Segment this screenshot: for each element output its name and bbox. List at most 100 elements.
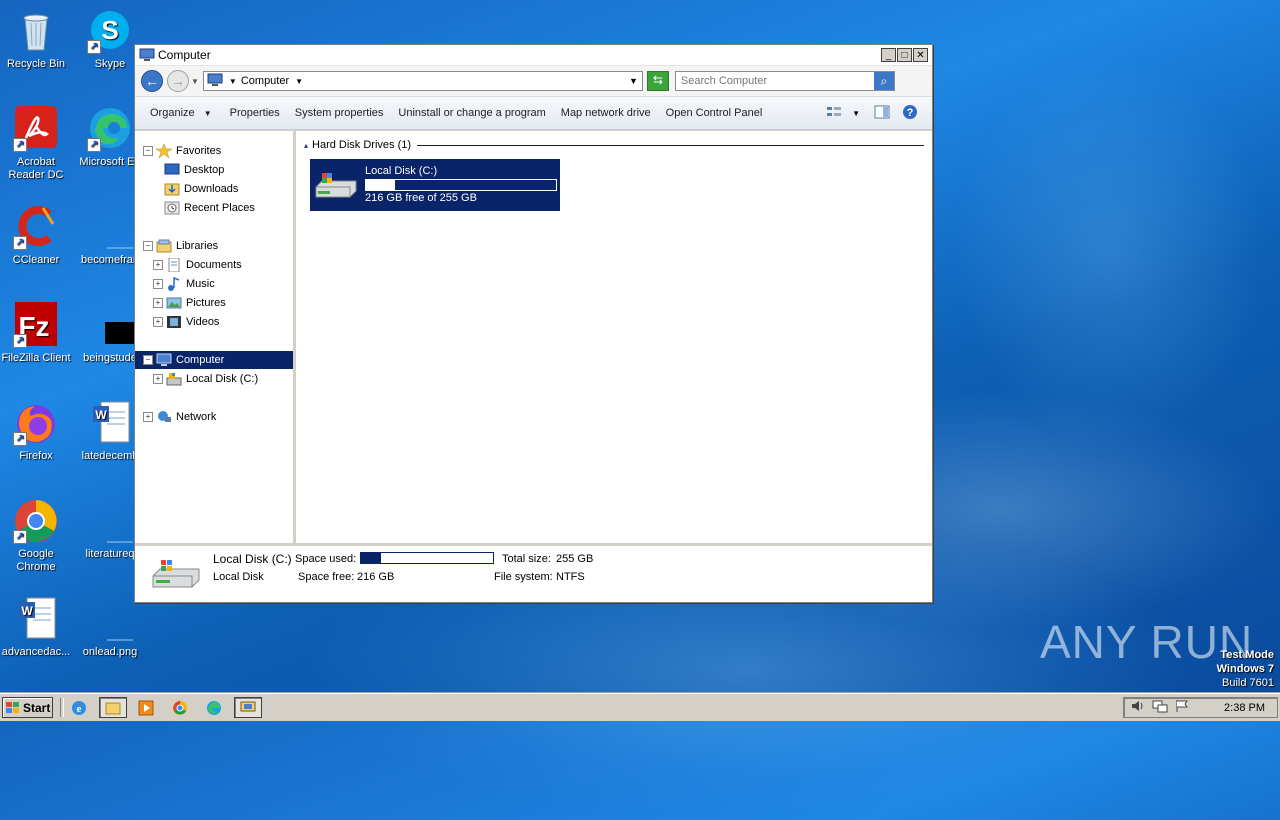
nav-item-favorites[interactable]: − Favorites	[135, 142, 293, 160]
address-toolbar: ← → ▼ ▼ Computer ▼ ▼ ⇆ ⌕	[135, 66, 932, 97]
downloads-folder-icon	[164, 182, 180, 196]
nav-item-documents[interactable]: + Documents	[135, 256, 293, 274]
shortcut-arrow-icon: ↗	[13, 432, 27, 446]
title-bar[interactable]: Computer _ □ ✕	[135, 45, 932, 66]
word-document-icon: W	[13, 596, 59, 642]
network-tray-icon[interactable]	[1152, 699, 1168, 716]
details-pane: Local Disk (C:) Local Disk Space used: S…	[135, 543, 932, 602]
acrobat-icon: ↗	[13, 106, 59, 152]
svg-text:e: e	[77, 703, 82, 715]
space-used-label: Space used:	[295, 553, 357, 565]
change-view-icon[interactable]	[826, 105, 842, 122]
taskbar-media-player-icon[interactable]	[135, 697, 157, 718]
recycle-bin-icon	[13, 8, 59, 54]
nav-item-libraries[interactable]: − Libraries	[135, 237, 293, 255]
action-center-flag-icon[interactable]	[1174, 699, 1190, 716]
uninstall-program-button[interactable]: Uninstall or change a program	[398, 107, 545, 119]
drive-usage-fill	[366, 180, 396, 190]
desktop-icon	[164, 163, 180, 177]
test-mode-line: Test Mode	[1220, 649, 1274, 661]
taskbar-computer-window-icon[interactable]	[234, 697, 262, 718]
search-box[interactable]: ⌕	[674, 71, 895, 91]
search-input[interactable]	[675, 74, 874, 88]
group-header-hard-disk-drives[interactable]: ▴ Hard Disk Drives (1)	[304, 139, 924, 151]
shortcut-arrow-icon: ↗	[87, 138, 101, 152]
word-document-icon: W	[87, 400, 133, 446]
svg-text:W: W	[21, 604, 33, 618]
address-bar[interactable]: ▼ Computer ▼ ▼	[202, 71, 643, 91]
system-properties-button[interactable]: System properties	[295, 107, 384, 119]
svg-text:S: S	[101, 15, 118, 45]
nav-item-network[interactable]: + Network	[135, 408, 293, 426]
taskbar-chrome-icon[interactable]	[169, 697, 191, 718]
forward-button[interactable]: →	[167, 70, 189, 92]
nav-item-computer[interactable]: − Computer	[135, 351, 293, 369]
nav-item-videos[interactable]: + Videos	[135, 313, 293, 331]
chrome-icon: ↗	[13, 498, 59, 544]
address-dropdown-icon[interactable]: ▼	[629, 76, 638, 86]
test-mode-line: Build 7601	[1222, 677, 1274, 689]
taskbar-explorer-icon[interactable]	[99, 697, 127, 718]
nav-item-local-disk[interactable]: + Local Disk (C:)	[135, 370, 293, 388]
notification-area: 2:38 PM	[1123, 697, 1278, 718]
properties-button[interactable]: Properties	[230, 107, 280, 119]
organize-button[interactable]: Organize ▼	[150, 107, 212, 119]
refresh-button[interactable]: ⇆	[646, 71, 669, 91]
maximize-button[interactable]: □	[897, 48, 912, 62]
history-dropdown-icon[interactable]: ▼	[191, 77, 199, 86]
filezilla-icon: Fz ↗	[13, 302, 59, 348]
taskbar-ie-icon[interactable]: e	[68, 697, 90, 718]
desktop-icon-label: Acrobat Reader DC	[8, 156, 64, 181]
desktop-icon-word-doc[interactable]: W advancedac...	[0, 596, 76, 659]
view-options-dropdown-icon[interactable]: ▼	[852, 109, 860, 118]
nav-item-downloads[interactable]: Downloads	[135, 180, 293, 198]
desktop-icon-firefox[interactable]: ↗ Firefox	[0, 400, 76, 463]
libraries-icon	[156, 239, 172, 253]
nav-item-desktop[interactable]: Desktop	[135, 161, 293, 179]
shortcut-arrow-icon: ↗	[13, 236, 27, 250]
space-free-label: Space free:	[298, 571, 355, 583]
clock[interactable]: 2:38 PM	[1224, 702, 1265, 714]
drive-free-text: 216 GB free of 255 GB	[365, 192, 477, 204]
taskbar: Start e 2:38 PM	[0, 693, 1280, 721]
pictures-icon	[166, 296, 182, 310]
desktop-icon-ccleaner[interactable]: ↗ CCleaner	[0, 204, 76, 267]
drive-usage-bar	[365, 179, 557, 191]
open-control-panel-button[interactable]: Open Control Panel	[666, 107, 763, 119]
nav-item-pictures[interactable]: + Pictures	[135, 294, 293, 312]
windows-logo-icon	[6, 701, 20, 714]
expand-icon: +	[153, 260, 163, 270]
map-network-drive-button[interactable]: Map network drive	[561, 107, 651, 119]
taskbar-edge-icon[interactable]	[203, 697, 225, 718]
desktop-icon-file[interactable]: onlead.png	[70, 596, 150, 659]
preview-pane-icon[interactable]	[874, 105, 890, 122]
collapse-arrow-icon: ▴	[304, 140, 309, 150]
start-button[interactable]: Start	[2, 697, 53, 718]
desktop-icon-chrome[interactable]: ↗ Google Chrome	[0, 498, 76, 574]
desktop-icon-recycle-bin[interactable]: Recycle Bin	[0, 8, 76, 71]
breadcrumb-separator-icon[interactable]: ▼	[229, 77, 237, 86]
nav-item-recent-places[interactable]: Recent Places	[135, 199, 293, 217]
search-icon[interactable]: ⌕	[873, 72, 894, 90]
expand-icon: +	[153, 279, 163, 289]
close-button[interactable]: ✕	[913, 48, 928, 62]
hard-drive-icon	[166, 372, 182, 386]
desktop-icon-label: Google Chrome	[16, 548, 56, 573]
skype-icon: S ↗	[87, 8, 133, 54]
desktop-icon-label: onlead.png	[82, 646, 138, 658]
volume-icon[interactable]	[1130, 699, 1146, 716]
drive-tile-local-disk[interactable]: Local Disk (C:) 216 GB free of 255 GB	[310, 159, 560, 211]
shortcut-arrow-icon: ↗	[13, 530, 27, 544]
help-icon[interactable]: ?	[902, 104, 918, 123]
hard-drive-icon	[314, 171, 358, 203]
desktop-icon-filezilla[interactable]: Fz ↗ FileZilla Client	[0, 302, 76, 365]
desktop-icon-label: Firefox	[19, 450, 53, 462]
chevron-down-icon[interactable]: ▼	[295, 77, 303, 86]
nav-item-music[interactable]: + Music	[135, 275, 293, 293]
minimize-button[interactable]: _	[881, 48, 896, 62]
breadcrumb[interactable]: Computer	[241, 75, 289, 87]
computer-icon	[139, 48, 155, 62]
details-subtitle: Local Disk	[213, 571, 264, 583]
desktop-icon-acrobat[interactable]: ↗ Acrobat Reader DC	[0, 106, 76, 182]
back-button[interactable]: ←	[141, 70, 163, 92]
